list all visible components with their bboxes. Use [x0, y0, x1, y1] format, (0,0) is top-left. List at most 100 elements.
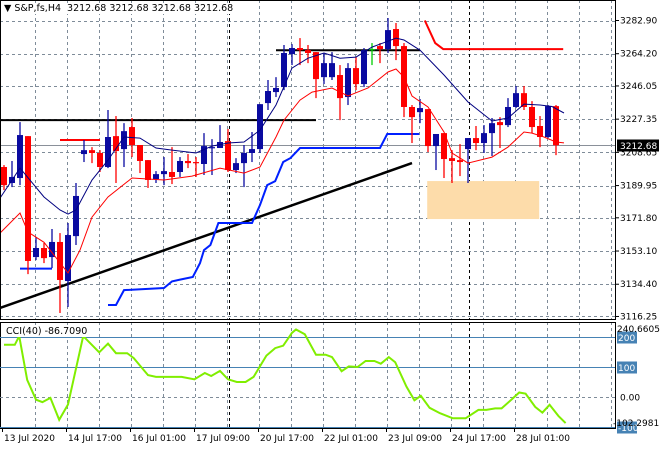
price-axis-label: 3189.95 [620, 182, 657, 192]
candle [257, 104, 263, 153]
dropdown-triangle-icon[interactable]: ▼ [4, 3, 11, 14]
candle [553, 105, 559, 156]
candle [41, 243, 47, 264]
candle-body [369, 49, 375, 51]
candle-body [513, 93, 519, 107]
candle-body [545, 106, 551, 138]
candle [305, 45, 311, 64]
current-price-label: 3212.68 [620, 142, 657, 152]
price-axis-label: 3264.20 [620, 50, 657, 60]
candle-body [433, 133, 439, 147]
candle-body [289, 48, 295, 55]
candle [465, 138, 471, 184]
candle-body [225, 141, 231, 171]
candle-body [265, 91, 271, 104]
price-axis-label: 3227.35 [620, 115, 657, 125]
close-value: 3212.68 [193, 3, 234, 14]
candle-body [385, 30, 391, 50]
candle [409, 105, 415, 144]
candle-body [65, 235, 71, 282]
price-axis-label: 3134.40 [620, 280, 657, 290]
candle [145, 160, 151, 188]
candle-body [481, 133, 487, 144]
candle-body [449, 158, 455, 161]
cci-value: -86.7090 [44, 326, 88, 337]
candle-body [241, 152, 247, 164]
candle-body [393, 29, 399, 47]
trendline [0, 161, 413, 310]
cci-header: CCI(40) -86.7090 [6, 326, 91, 337]
candle-body [353, 68, 359, 85]
candle-body [473, 138, 479, 144]
trailing-stop-red [423, 20, 564, 51]
price-axis-label: 3153.10 [620, 247, 657, 257]
candle-body [529, 106, 535, 128]
time-axis-label: 20 Jul 17:00 [260, 434, 314, 444]
candle-body [361, 50, 367, 85]
candle [545, 105, 551, 139]
candle-body [297, 48, 303, 51]
candle [441, 133, 447, 179]
candle [377, 43, 383, 64]
candle-body [57, 241, 63, 280]
candle [385, 18, 391, 54]
candle [505, 98, 511, 128]
candle-body [1, 167, 7, 186]
candle-body [409, 106, 415, 118]
candle-body [185, 160, 191, 164]
candle [297, 38, 303, 66]
candle-body [321, 63, 327, 78]
cci-level-label: 100 [618, 364, 635, 374]
candle [49, 229, 55, 269]
candle-body [97, 152, 103, 168]
candle [529, 101, 535, 134]
candle [177, 157, 183, 177]
candle [97, 150, 103, 172]
candle-body [249, 149, 255, 153]
candle-body [145, 160, 151, 180]
candle [481, 125, 487, 153]
candle [33, 236, 39, 261]
candle-body [337, 75, 343, 99]
candle-body [521, 93, 527, 107]
candle [265, 79, 271, 111]
candle-body [425, 109, 431, 147]
price-axis-label: 3171.80 [620, 214, 657, 224]
candle [489, 118, 495, 157]
candle-body [377, 46, 383, 50]
candle-body [465, 138, 471, 150]
candle [161, 157, 167, 186]
cci-name: CCI(40) [6, 326, 42, 337]
time-axis-label: 22 Jul 01:00 [324, 434, 378, 444]
candle [449, 150, 455, 184]
candle-body [137, 144, 143, 161]
low-value: 3212.68 [151, 3, 191, 14]
price-chart[interactable]: 3282.903264.203246.053227.353208.653189.… [0, 0, 660, 450]
candle [513, 86, 519, 109]
symbol-label: S&P,fs,H4 [14, 3, 62, 14]
candle [137, 144, 143, 174]
candle-body [489, 123, 495, 134]
candle [537, 116, 543, 148]
candle-body [129, 127, 135, 145]
price-axis-label: 3116.25 [620, 312, 657, 322]
candle-body [33, 248, 39, 258]
time-axis-label: 13 Jul 2020 [4, 434, 55, 444]
candle [241, 144, 247, 188]
candle-body [81, 150, 87, 155]
chart-header: ▼ S&P,fs,H4 3212.68 3212.68 3212.68 3212.68 [4, 3, 237, 14]
time-axis-label: 23 Jul 09:00 [388, 434, 442, 444]
time-axis-label: 28 Jul 01:00 [516, 434, 570, 444]
candle [17, 122, 23, 186]
candle-body [177, 160, 183, 172]
candle-body [153, 174, 159, 180]
time-axis-label: 24 Jul 17:00 [452, 434, 506, 444]
candle-body [25, 136, 31, 261]
candle [153, 171, 159, 184]
candle [401, 43, 407, 118]
candle-body [305, 50, 311, 54]
candle-body [345, 68, 351, 98]
candle [225, 129, 231, 172]
cci-line [4, 328, 567, 424]
open-value: 3212.68 [67, 3, 107, 14]
